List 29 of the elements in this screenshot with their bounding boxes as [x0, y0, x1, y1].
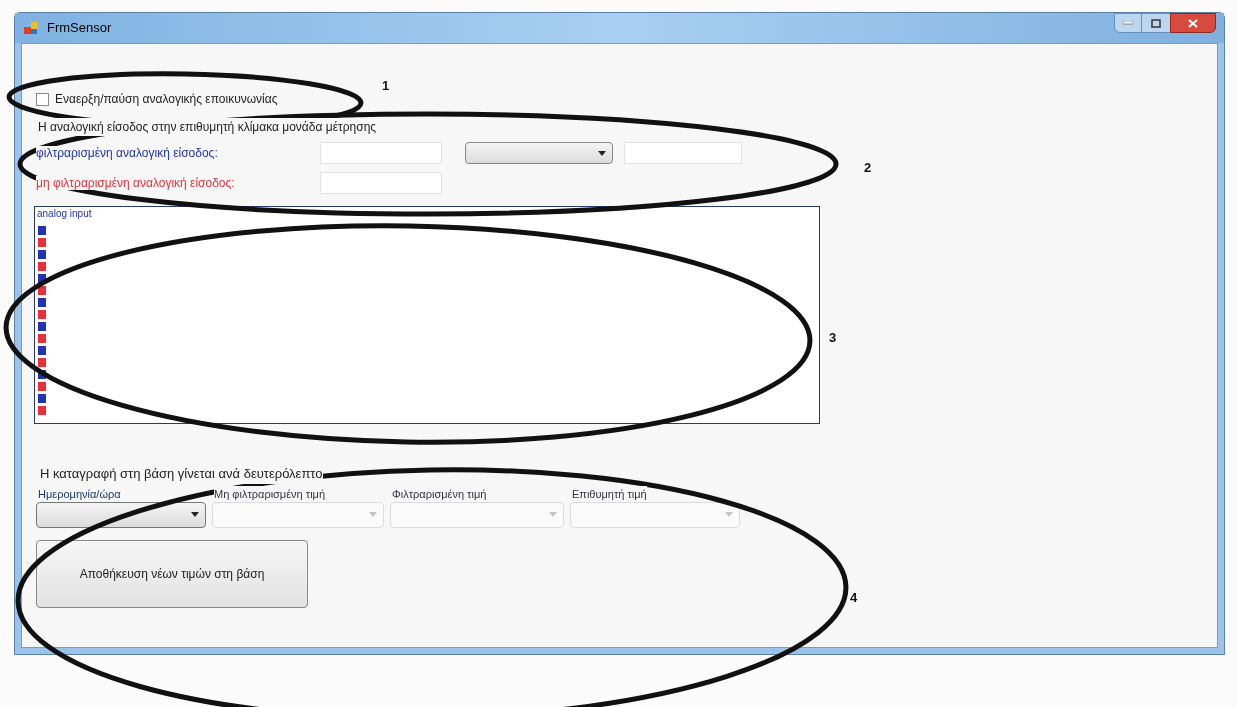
annotation-number: 4: [850, 589, 858, 607]
app-icon: [23, 20, 39, 36]
close-icon: [1188, 18, 1198, 28]
field-label: φιλτραρισμένη αναλογική είσοδος:: [36, 146, 218, 160]
close-button[interactable]: [1170, 13, 1216, 33]
maximize-button[interactable]: [1142, 13, 1170, 33]
annotation-number: 2: [864, 159, 872, 177]
maximize-icon: [1151, 18, 1161, 28]
minimize-button[interactable]: [1114, 13, 1142, 33]
input-field[interactable]: [320, 172, 442, 194]
column-label: Επιθυμητή τιμή: [572, 485, 647, 502]
caret-icon: [191, 512, 199, 517]
input-field[interactable]: [320, 142, 442, 164]
annotation-number: 3: [829, 329, 837, 347]
save-button[interactable]: Αποθήκευση νέων τιμών στη βάση: [36, 539, 308, 608]
caret-icon: [369, 512, 377, 517]
chart-title: analog input: [37, 208, 92, 220]
column-label: Μη φιλτραρισμένη τιμή: [214, 485, 326, 502]
input-field[interactable]: [624, 142, 742, 164]
field-label: μη φιλτραρισμένη αναλογική είσοδος:: [36, 176, 235, 190]
window-title: FrmSensor: [47, 19, 112, 38]
annotation-number: 1: [382, 77, 390, 95]
minimize-icon: [1123, 21, 1133, 25]
checkbox[interactable]: [36, 92, 49, 106]
caret-icon: [725, 512, 733, 517]
caret-icon: [549, 512, 557, 517]
caret-icon: [598, 150, 606, 156]
checkbox-label: Εναερξη/παύση αναλογικής εποικυνωνίας: [55, 91, 278, 108]
group-title: Η αναλογική είσοδος στην επιθυμητή κλίμακα μονάδα μέτρησης: [38, 118, 377, 136]
